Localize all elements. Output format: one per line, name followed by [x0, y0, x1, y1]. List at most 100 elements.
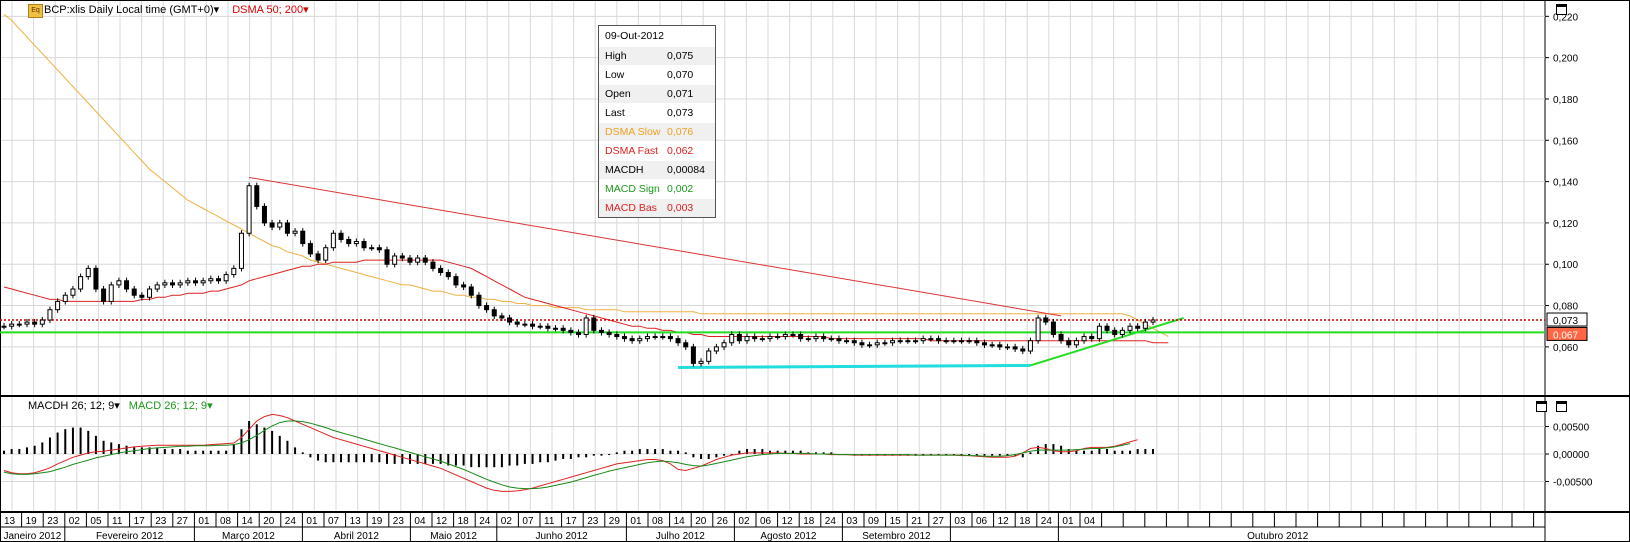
indicator-label[interactable]: DSMA 50; 200 — [232, 4, 303, 16]
candle-body — [85, 267, 91, 278]
macdh-bar — [370, 454, 373, 463]
macdh-bar — [454, 454, 457, 466]
y-tick-label: 0,100 — [1553, 260, 1578, 271]
macdh-bar — [286, 440, 289, 454]
macdh-bar — [163, 449, 166, 454]
macdh-bar — [355, 454, 358, 463]
macdh-bar — [546, 454, 549, 463]
candle-body — [269, 222, 275, 228]
macdh-bar — [71, 427, 74, 454]
x-day-label: 24 — [479, 516, 491, 527]
candle-body — [660, 336, 666, 339]
macdh-bar — [140, 447, 143, 454]
candle-body — [468, 286, 474, 296]
x-month-label: Julho 2012 — [656, 531, 705, 542]
info-row: MACD Bas 0,003 — [599, 198, 715, 217]
candle-body — [407, 257, 413, 263]
x-day-label: 23 — [155, 516, 167, 527]
close-macd-pane-button[interactable] — [1556, 401, 1567, 412]
candle-body — [782, 333, 788, 338]
x-day-label: 24 — [1041, 516, 1053, 527]
macdh-bar — [171, 449, 174, 454]
macdh-bar — [340, 454, 343, 463]
candle-body — [369, 247, 375, 250]
candle-body — [261, 205, 267, 224]
macdh-bar — [623, 450, 626, 454]
instrument-header[interactable]: BCP:xlis Daily Local time (GMT+0)▾ DSMA … — [44, 3, 309, 16]
candle-body — [1027, 340, 1033, 352]
candle-body — [598, 329, 604, 333]
macdh-bar — [332, 454, 335, 463]
candle-body — [246, 185, 252, 234]
macdh-bar — [1152, 449, 1154, 454]
candle-body — [9, 323, 15, 327]
x-day-label: 24 — [825, 516, 837, 527]
x-day-label: 02 — [501, 516, 513, 527]
y-tick-label: 0,080 — [1553, 302, 1578, 313]
x-month-label: Agosto 2012 — [760, 531, 817, 542]
macdh-bar — [378, 454, 381, 463]
maximize-macd-pane-button[interactable] — [1536, 401, 1547, 412]
x-day-label: 12 — [436, 516, 448, 527]
candle-body — [139, 294, 145, 298]
candle-body — [238, 232, 244, 269]
macd-label[interactable]: MACD 26; 12; 9 — [129, 400, 207, 412]
macdh-bar — [324, 454, 327, 463]
x-day-label: 12 — [782, 516, 794, 527]
instrument-dropdown-icon[interactable]: ▾ — [214, 4, 220, 16]
x-day-label: 18 — [458, 516, 470, 527]
macdh-dropdown-icon[interactable]: ▾ — [114, 400, 120, 412]
chart-canvas: 0,060 0,080 0,100 0,120 0,140 0,160 0,180 0,200… — [0, 0, 1630, 542]
candle-body — [177, 282, 183, 286]
candle-body — [461, 284, 467, 288]
info-value: 0,070 — [667, 69, 694, 81]
macdh-bar — [661, 449, 664, 454]
x-day-label: 09 — [868, 516, 880, 527]
macdh-bar — [562, 454, 565, 459]
candle-body — [644, 336, 650, 340]
macdh-bar — [991, 454, 994, 456]
macdh-bar — [485, 454, 488, 468]
candle-body — [277, 222, 283, 228]
candle-body — [208, 278, 214, 282]
candle-body — [1012, 346, 1018, 350]
candle-body — [307, 243, 313, 255]
info-value: 0,00084 — [667, 164, 705, 176]
candle-body — [78, 276, 84, 290]
macdh-bar — [240, 429, 243, 454]
instrument-title[interactable]: BCP:xlis Daily Local time (GMT+0) — [44, 4, 214, 16]
candle-body — [476, 294, 482, 307]
macd-dropdown-icon[interactable]: ▾ — [207, 400, 213, 412]
y-tick-label: 0,160 — [1553, 136, 1578, 147]
candle-body — [361, 241, 367, 249]
info-key: DSMA Fast — [605, 145, 659, 157]
candle-body — [560, 327, 566, 331]
macdh-bar — [493, 454, 496, 468]
x-day-label: 13 — [350, 516, 362, 527]
candle-body — [874, 342, 880, 346]
macdh-bar — [248, 421, 251, 454]
candle-body — [514, 321, 520, 325]
info-row: MACDH 0,00084 — [599, 160, 715, 179]
candle-body — [70, 288, 76, 296]
x-day-label: 21 — [911, 516, 923, 527]
indicator-dropdown-icon[interactable]: ▾ — [303, 4, 309, 16]
macd-header[interactable]: MACDH 26; 12; 9▾ MACD 26; 12; 9▾ — [28, 399, 213, 412]
macdh-bar — [209, 450, 212, 454]
macdh-bar — [294, 447, 297, 454]
macdh-label[interactable]: MACDH 26; 12; 9 — [28, 400, 114, 412]
x-day-label: 18 — [1019, 516, 1031, 527]
candle-body — [154, 284, 160, 290]
macdh-bar — [10, 449, 13, 454]
maximize-price-pane-button[interactable] — [1556, 4, 1567, 15]
info-row: MACD Sign 0,002 — [599, 179, 715, 198]
candle-body — [1050, 321, 1056, 335]
candle-body — [936, 338, 942, 342]
candle-body — [744, 336, 750, 342]
x-day-label: 19 — [26, 516, 38, 527]
candle-body — [330, 232, 336, 249]
macdh-bar — [263, 427, 266, 454]
candle-body — [629, 338, 635, 342]
candle-body — [813, 336, 819, 340]
macdh-bar — [225, 450, 228, 454]
